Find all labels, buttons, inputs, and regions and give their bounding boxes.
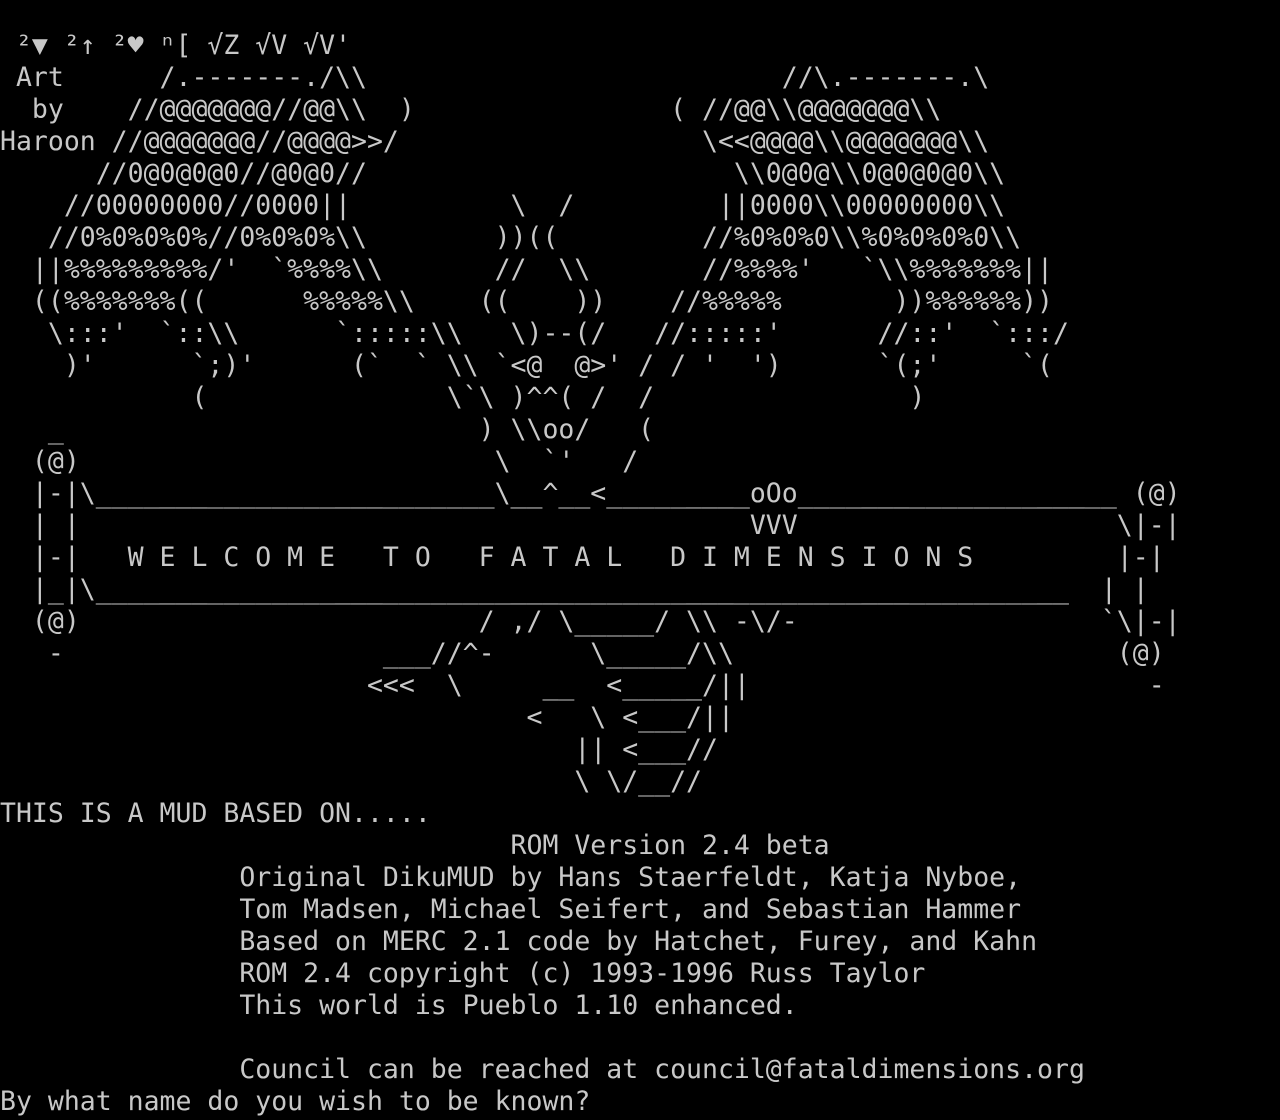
banner-top-border: |-|\_________________________\__^__<____… xyxy=(0,478,1181,509)
ascii-art-line: //00000000//0000|| \ / ||0000\\00000000\… xyxy=(0,190,1006,221)
ascii-art-line: Haroon //@@@@@@@//@@@@>>/ \<<@@@@\\@@@@@… xyxy=(0,126,990,157)
council-contact-line: Council can be reached at council@fatald… xyxy=(0,1054,1085,1085)
rom-version-text: ROM Version 2.4 beta xyxy=(0,830,830,861)
ascii-art-line: ( \`\ )^^( / / ) xyxy=(0,382,926,413)
ascii-art-line: ||%%%%%%%%%/' `%%%%\\ // \\ //%%%%' `\\%… xyxy=(0,254,1053,285)
banner-line: | | VVV \|-| xyxy=(0,510,1181,541)
banner-bottom-border: |_|\____________________________________… xyxy=(0,574,1149,605)
credits-line: Original DikuMUD by Hans Staerfeldt, Kat… xyxy=(0,862,1022,893)
copyright-line: ROM 2.4 copyright (c) 1993-1996 Russ Tay… xyxy=(0,958,926,989)
ascii-art-line: \:::' `::\\ `:::::\\ \)--(/ //:::::' //:… xyxy=(0,318,1069,349)
name-input[interactable] xyxy=(590,1086,606,1118)
terminal-window: ²▼ ²↑ ²♥ ⁿ[ √Z √V √V' Art /.-------./\\ … xyxy=(0,0,1280,1120)
ascii-art-line: //0@0@0@0//@0@0// \\0@0@\\0@0@0@0\\ xyxy=(0,158,1006,189)
credits-line: Based on MERC 2.1 code by Hatchet, Furey… xyxy=(0,926,1038,957)
ascii-art-line: (@) \ `' / xyxy=(0,446,639,477)
ascii-art-line: //0%0%0%0%//0%0%0%\\ ))(( //%0%0%0\\%0%0… xyxy=(0,222,1022,253)
ascii-art-line: _ ) \\oo/ ( xyxy=(0,414,655,445)
ascii-art-line: \ \/__// xyxy=(0,766,702,797)
ascii-art-line: Art /.-------./\\ //\.-------.\ xyxy=(0,62,990,93)
login-prompt-row[interactable]: By what name do you wish to be known? xyxy=(0,1086,1181,1118)
login-prompt-text: By what name do you wish to be known? xyxy=(0,1086,591,1117)
mud-intro-text: THIS IS A MUD BASED ON..... xyxy=(0,798,431,829)
pueblo-line: This world is Pueblo 1.10 enhanced. xyxy=(0,990,798,1021)
header-glyphs: ²▼ ²↑ ²♥ ⁿ[ √Z √V √V' xyxy=(0,30,351,61)
ascii-art-line: (@) / ,/ \_____/ \\ -\/- `\|-| xyxy=(0,606,1181,637)
ascii-art-line: <<< \ __ <_____/|| - xyxy=(0,670,1165,701)
ascii-art-line: || <___// xyxy=(0,734,718,765)
ascii-art-line: by //@@@@@@@//@@\\ ) ( //@@\\@@@@@@@\\ xyxy=(0,94,942,125)
terminal-screen: ²▼ ²↑ ²♥ ⁿ[ √Z √V √V' Art /.-------./\\ … xyxy=(0,30,1181,1118)
ascii-art-line: - ___//^- \_____/\\ (@) xyxy=(0,638,1165,669)
welcome-banner-text: |-| W E L C O M E T O F A T A L D I M E … xyxy=(0,542,1165,573)
ascii-art-line: )' `;)' (` ` \\ `<@ @>' / / ' ') `(;' `( xyxy=(0,350,1053,381)
credits-line: Tom Madsen, Michael Seifert, and Sebasti… xyxy=(0,894,1022,925)
ascii-art-line: ((%%%%%%%(( %%%%%\\ (( )) //%%%%% ))%%%%… xyxy=(0,286,1053,317)
ascii-art-line: < \ <___/|| xyxy=(0,702,734,733)
